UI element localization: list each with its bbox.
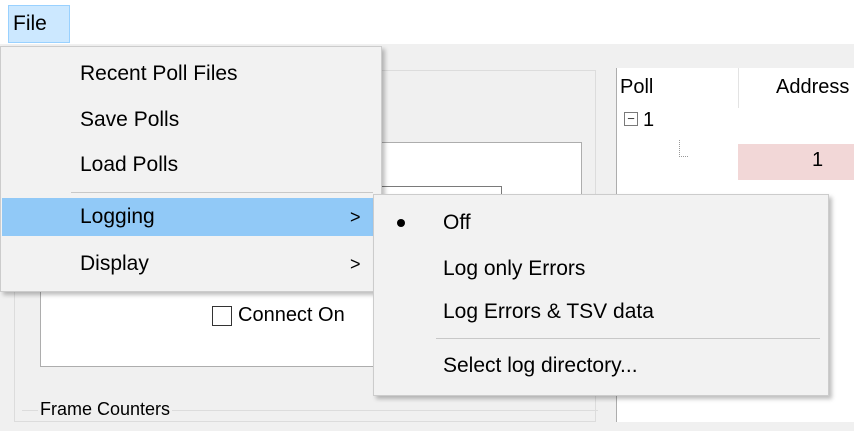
- column-header-poll[interactable]: Poll: [620, 76, 653, 99]
- radio-bullet-icon: [397, 219, 405, 227]
- submenu-item-log-only-errors[interactable]: Log only Errors: [375, 250, 827, 288]
- submenu-item-label: Select log directory...: [443, 354, 638, 377]
- column-header-address[interactable]: Address: [776, 76, 849, 99]
- submenu-item-off[interactable]: Off: [375, 204, 827, 242]
- address-cell[interactable]: [738, 144, 854, 180]
- submenu-item-select-log-directory[interactable]: Select log directory...: [375, 347, 827, 385]
- submenu-item-log-errors-tsv[interactable]: Log Errors & TSV data: [375, 293, 827, 331]
- submenu-item-label: Off: [443, 211, 471, 234]
- collapse-icon[interactable]: −: [624, 112, 638, 126]
- menu-separator: [436, 338, 820, 339]
- menu-item-label: Load Polls: [80, 153, 179, 176]
- file-menu[interactable]: File: [8, 5, 70, 43]
- menu-item-label: Display: [80, 252, 149, 275]
- menu-item-load-polls[interactable]: Load Polls: [2, 146, 380, 184]
- menu-item-display[interactable]: Display >: [2, 245, 380, 283]
- frame-counters-label: Frame Counters: [38, 399, 173, 420]
- connect-on-label: Connect On: [238, 304, 345, 326]
- tree-node-label[interactable]: 1: [643, 109, 654, 132]
- menu-bar: [0, 0, 854, 44]
- logging-submenu: Off Log only Errors Log Errors & TSV dat…: [373, 194, 829, 396]
- chevron-right-icon: >: [350, 207, 361, 227]
- tree-connector-line: [679, 140, 688, 157]
- connect-on-checkbox[interactable]: [212, 306, 232, 326]
- submenu-item-label: Log Errors & TSV data: [443, 300, 654, 323]
- menu-item-logging[interactable]: Logging >: [2, 198, 380, 236]
- menu-item-recent-poll-files[interactable]: Recent Poll Files: [2, 55, 380, 93]
- menu-separator: [71, 192, 373, 193]
- menu-item-label: Logging: [80, 205, 155, 228]
- submenu-item-label: Log only Errors: [443, 257, 586, 280]
- menu-item-label: Recent Poll Files: [80, 62, 238, 85]
- file-dropdown-menu: Recent Poll Files Save Polls Load Polls …: [0, 46, 382, 292]
- column-divider[interactable]: [738, 68, 739, 108]
- menu-item-save-polls[interactable]: Save Polls: [2, 101, 380, 139]
- chevron-right-icon: >: [350, 254, 361, 274]
- address-cell-value: 1: [812, 149, 824, 171]
- menu-item-label: Save Polls: [80, 108, 180, 131]
